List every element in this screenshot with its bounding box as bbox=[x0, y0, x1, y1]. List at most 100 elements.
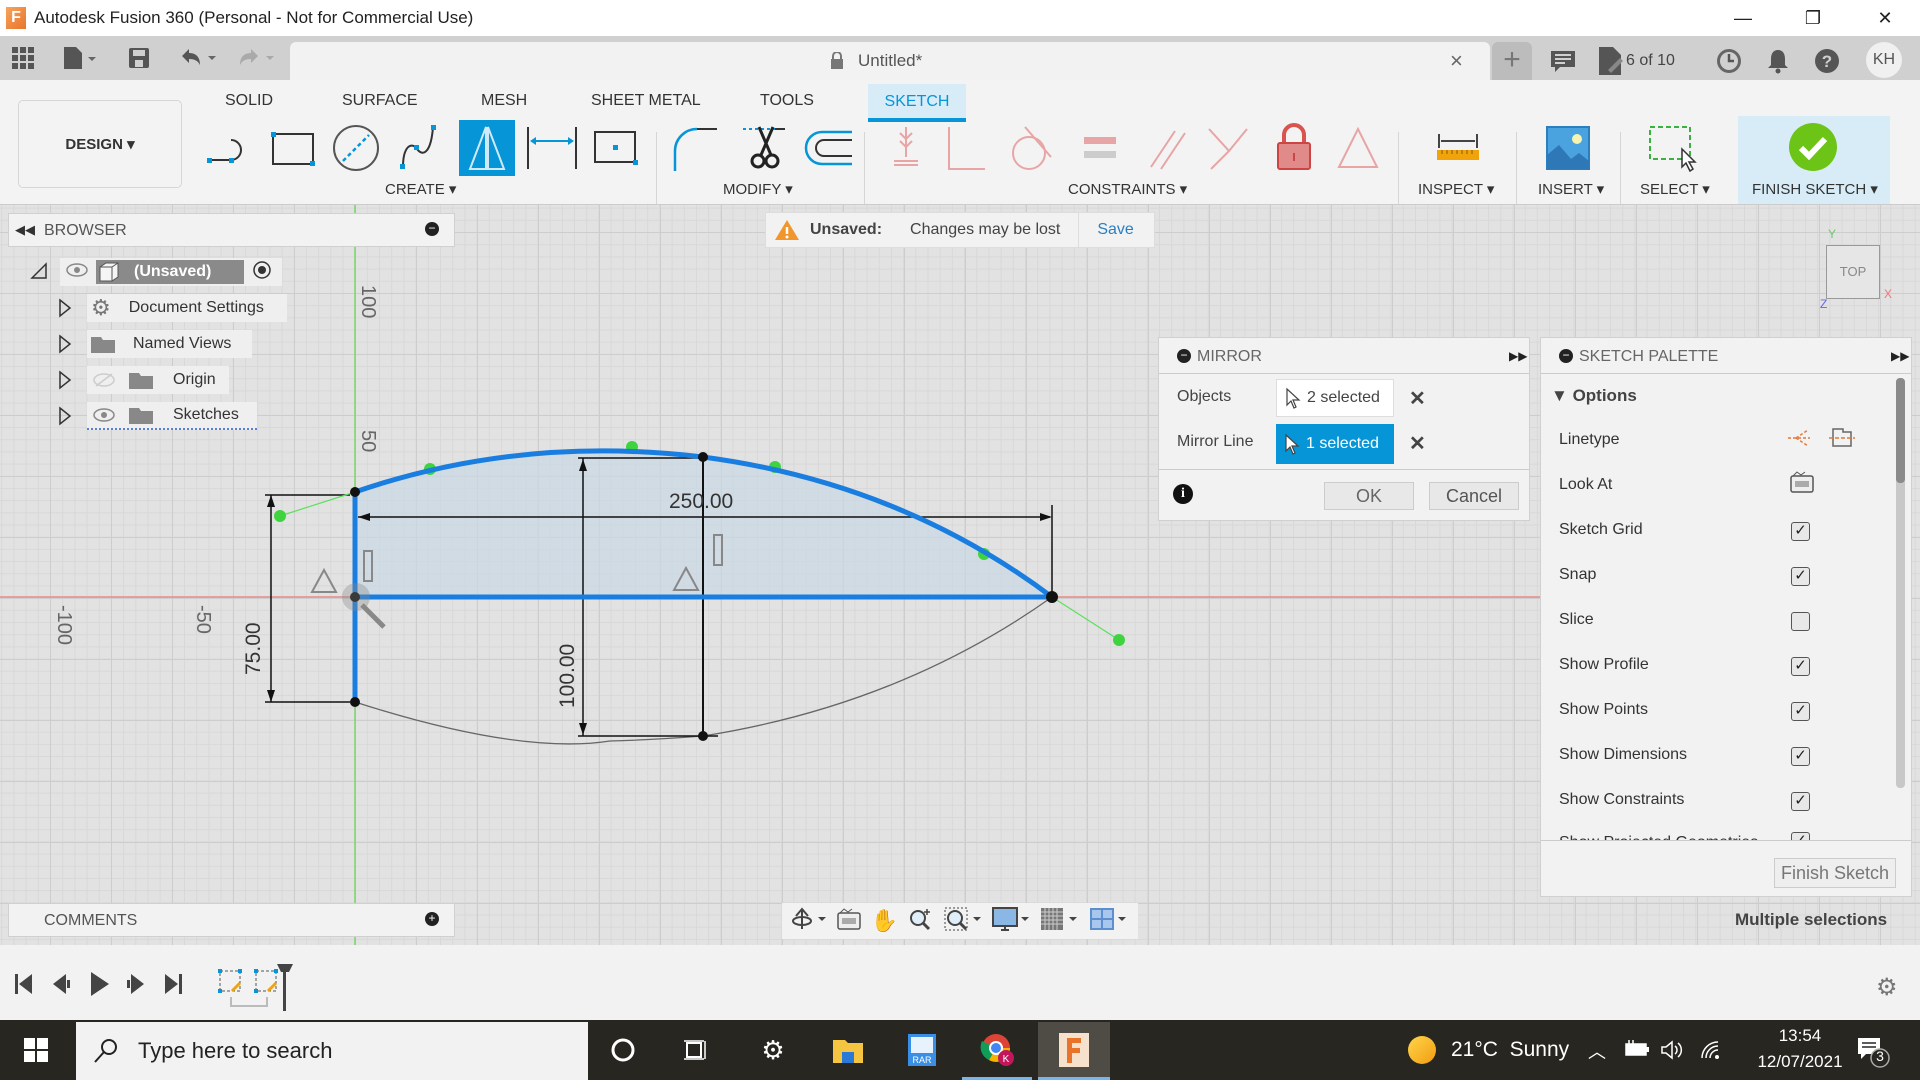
show-dimensions-checkbox[interactable]: ✓ bbox=[1791, 747, 1810, 766]
browser-root-expand-icon[interactable] bbox=[30, 262, 48, 285]
finish-sketch-button[interactable]: Finish Sketch bbox=[1774, 858, 1896, 888]
zoom-icon[interactable] bbox=[907, 906, 935, 937]
chrome-icon[interactable]: K bbox=[978, 1030, 1018, 1070]
browser-minimize-icon[interactable]: − bbox=[425, 222, 439, 236]
line-tool-icon[interactable] bbox=[202, 120, 258, 176]
document-tab[interactable]: Untitled* × bbox=[290, 42, 1490, 80]
clear-objects-icon[interactable]: ✕ bbox=[1409, 386, 1426, 411]
visibility-eye-icon[interactable] bbox=[93, 408, 115, 422]
rectangle-tool-icon[interactable] bbox=[264, 120, 320, 176]
select-window-icon[interactable] bbox=[1646, 120, 1702, 176]
timeline-first-button[interactable] bbox=[14, 973, 34, 1000]
slice-checkbox[interactable] bbox=[1791, 612, 1810, 631]
look-at-icon[interactable] bbox=[1789, 470, 1815, 494]
timeline-previous-button[interactable] bbox=[52, 973, 72, 1000]
clock-time[interactable]: 13:54 bbox=[1760, 1026, 1840, 1046]
timeline-last-button[interactable] bbox=[164, 973, 184, 1000]
timeline-marker[interactable] bbox=[276, 963, 294, 1018]
look-at-icon[interactable] bbox=[836, 907, 862, 936]
weather-text[interactable]: 21°C Sunny bbox=[1451, 1038, 1569, 1062]
show-profile-checkbox[interactable]: ✓ bbox=[1791, 657, 1810, 676]
show-projected-geometries-checkbox[interactable]: ✓ bbox=[1791, 832, 1810, 840]
modify-menu[interactable]: MODIFY ▾ bbox=[723, 180, 793, 198]
expand-dialog-icon[interactable]: ▶▶ bbox=[1509, 349, 1527, 363]
expand-palette-icon[interactable]: ▶▶ bbox=[1891, 349, 1909, 363]
construction-linetype-icon[interactable] bbox=[1786, 426, 1812, 450]
browser-item-origin[interactable]: Origin bbox=[87, 366, 229, 394]
timeline-next-button[interactable] bbox=[126, 973, 146, 1000]
centerline-linetype-icon[interactable] bbox=[1829, 426, 1855, 450]
objects-selection-button[interactable]: 2 selected bbox=[1276, 379, 1394, 417]
volume-icon[interactable] bbox=[1660, 1040, 1684, 1065]
windows-start-icon[interactable] bbox=[16, 1030, 56, 1070]
show-hidden-icons-chevron[interactable]: ︿ bbox=[1588, 1038, 1606, 1064]
insert-menu[interactable]: INSERT ▾ bbox=[1538, 180, 1604, 198]
redo-icon[interactable] bbox=[236, 44, 276, 72]
close-button[interactable]: ✕ bbox=[1856, 0, 1914, 36]
tab-sketch[interactable]: SKETCH bbox=[868, 84, 966, 122]
constraints-menu[interactable]: CONSTRAINTS ▾ bbox=[1068, 180, 1187, 198]
clock-date[interactable]: 12/07/2021 bbox=[1738, 1052, 1862, 1072]
fit-window-icon[interactable] bbox=[943, 906, 983, 937]
job-status[interactable]: 6 of 10 bbox=[1598, 46, 1675, 76]
show-constraints-checkbox[interactable]: ✓ bbox=[1791, 792, 1810, 811]
mirror-dialog-header[interactable]: − MIRROR ▶▶ bbox=[1159, 338, 1529, 374]
restore-button[interactable]: ❐ bbox=[1784, 0, 1842, 36]
select-menu[interactable]: SELECT ▾ bbox=[1640, 180, 1710, 198]
expand-arrow-icon[interactable] bbox=[58, 370, 72, 395]
snap-checkbox[interactable]: ✓ bbox=[1791, 567, 1810, 586]
viewports-icon[interactable] bbox=[1088, 906, 1128, 937]
winrar-icon[interactable]: RAR bbox=[902, 1030, 942, 1070]
browser-item-named-views[interactable]: Named Views bbox=[87, 330, 252, 358]
trim-scissors-icon[interactable] bbox=[736, 120, 792, 176]
dimension-tool-icon[interactable] bbox=[524, 120, 580, 176]
palette-header[interactable]: − SKETCH PALETTE ▶▶ bbox=[1541, 338, 1911, 374]
minimize-button[interactable]: — bbox=[1714, 0, 1772, 36]
palette-minimize-icon[interactable]: − bbox=[1559, 349, 1573, 363]
weather-sun-icon[interactable] bbox=[1408, 1036, 1436, 1064]
notifications-bell-icon[interactable] bbox=[1766, 48, 1790, 79]
undo-icon[interactable] bbox=[178, 44, 218, 72]
finish-sketch-group[interactable]: FINISH SKETCH ▾ bbox=[1738, 116, 1890, 204]
timeline-play-button[interactable] bbox=[90, 971, 110, 1002]
wifi-icon[interactable] bbox=[1700, 1040, 1722, 1065]
fusion-taskbar-button[interactable] bbox=[1038, 1022, 1110, 1080]
tab-mesh[interactable]: MESH bbox=[481, 92, 527, 110]
dialog-minimize-icon[interactable]: − bbox=[1177, 349, 1191, 363]
inspect-menu[interactable]: INSPECT ▾ bbox=[1418, 180, 1494, 198]
expand-arrow-icon[interactable] bbox=[58, 406, 72, 431]
help-icon[interactable]: ? bbox=[1814, 48, 1840, 79]
active-radio-icon[interactable] bbox=[252, 260, 272, 285]
taskbar-search-box[interactable]: Type here to search bbox=[76, 1022, 588, 1080]
equal-constraint-icon[interactable] bbox=[1072, 120, 1128, 176]
finish-sketch-menu[interactable]: FINISH SKETCH ▾ bbox=[1752, 180, 1878, 198]
cancel-button[interactable]: Cancel bbox=[1429, 482, 1519, 510]
save-link[interactable]: Save bbox=[1097, 221, 1133, 239]
lock-constraint-icon[interactable] bbox=[1266, 120, 1322, 176]
save-icon[interactable] bbox=[128, 44, 150, 72]
sketch-grid-checkbox[interactable]: ✓ bbox=[1791, 522, 1810, 541]
hidden-eye-icon[interactable] bbox=[93, 373, 115, 387]
show-points-checkbox[interactable]: ✓ bbox=[1791, 702, 1810, 721]
tab-tools[interactable]: TOOLS bbox=[760, 92, 814, 110]
history-clock-icon[interactable] bbox=[1716, 48, 1742, 79]
browser-root-item[interactable]: (Unsaved) bbox=[60, 258, 282, 286]
clear-mirror-line-icon[interactable]: ✕ bbox=[1409, 431, 1426, 456]
visibility-eye-icon[interactable] bbox=[66, 262, 88, 282]
expand-arrow-icon[interactable] bbox=[58, 298, 72, 323]
tangent-constraint-icon[interactable] bbox=[1004, 120, 1060, 176]
collapse-browser-icon[interactable]: ◀◀ bbox=[15, 222, 35, 238]
fix-constraint-icon[interactable] bbox=[878, 120, 934, 176]
file-explorer-icon[interactable] bbox=[828, 1030, 868, 1070]
point-tool-icon[interactable] bbox=[588, 120, 644, 176]
add-comment-icon[interactable]: + bbox=[425, 912, 439, 926]
insert-image-icon[interactable] bbox=[1540, 120, 1596, 176]
new-tab-button[interactable]: + bbox=[1492, 42, 1532, 80]
grid-settings-icon[interactable] bbox=[1039, 906, 1079, 937]
tab-solid[interactable]: SOLID bbox=[225, 92, 273, 110]
task-view-icon[interactable] bbox=[676, 1030, 716, 1070]
workspace-switcher[interactable]: DESIGN ▾ bbox=[18, 100, 182, 188]
symmetry-constraint-icon[interactable] bbox=[1330, 120, 1386, 176]
timeline-settings-gear-icon[interactable]: ⚙ bbox=[1876, 973, 1898, 1002]
user-avatar[interactable]: KH bbox=[1866, 42, 1902, 78]
